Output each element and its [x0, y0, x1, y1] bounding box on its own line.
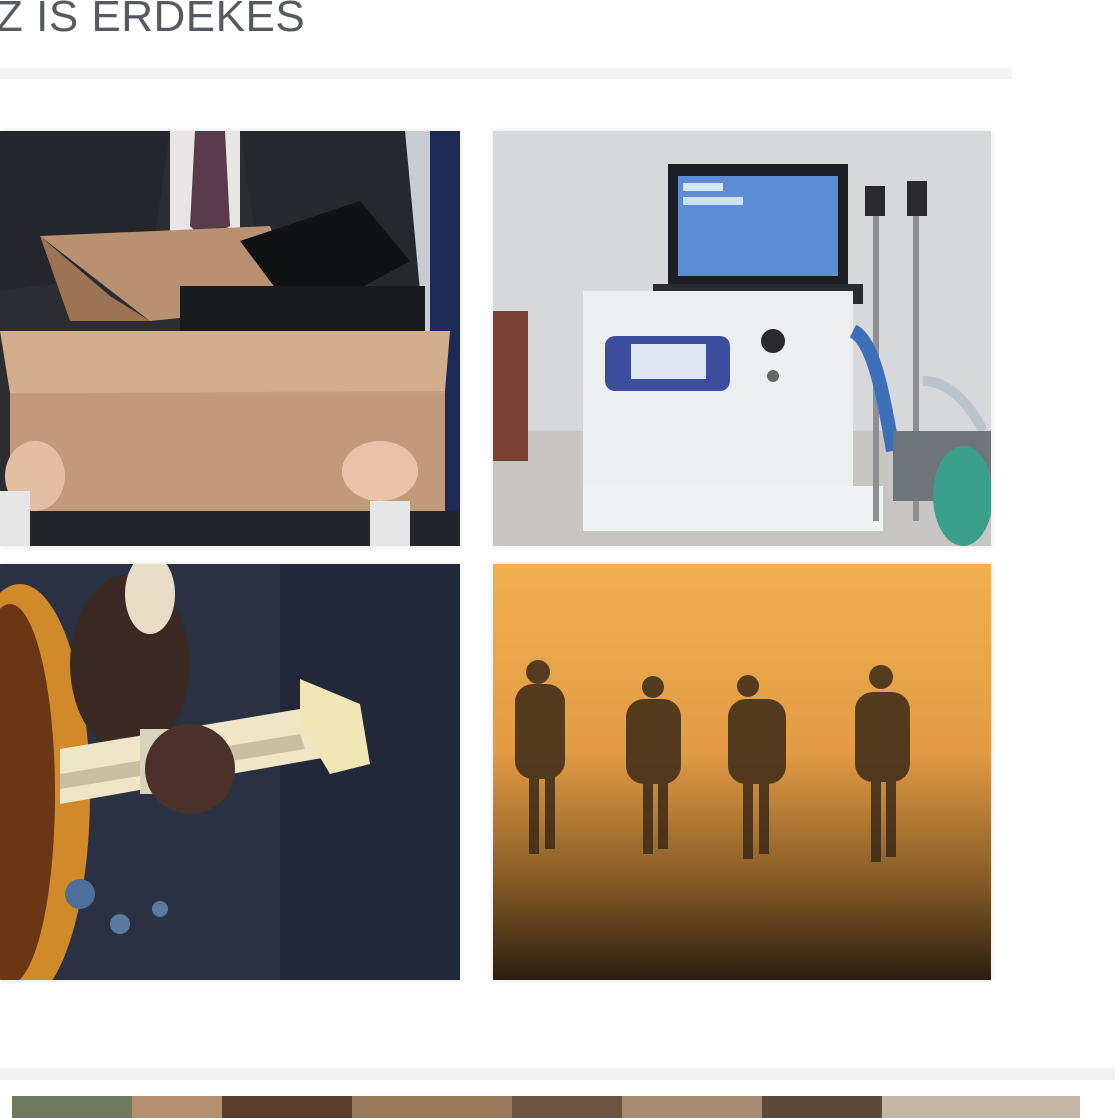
section-divider: [0, 68, 1012, 79]
article-thumbnail-4[interactable]: [493, 564, 991, 980]
bass-guitar-image: [0, 564, 460, 980]
office-worker-box-image: [0, 131, 460, 546]
next-section-banner[interactable]: [12, 1096, 1080, 1118]
crowd-banner-image: [12, 1096, 1080, 1118]
people-walking-fog-image: [493, 564, 991, 980]
medical-ventilator-image: [493, 131, 991, 546]
article-thumbnail-2[interactable]: [493, 131, 991, 546]
section-divider-bottom: [0, 1068, 1115, 1080]
section-title: Z IS ÉRDEKES: [0, 0, 306, 41]
article-thumbnail-1[interactable]: [0, 131, 460, 546]
article-thumbnail-3[interactable]: [0, 564, 460, 980]
